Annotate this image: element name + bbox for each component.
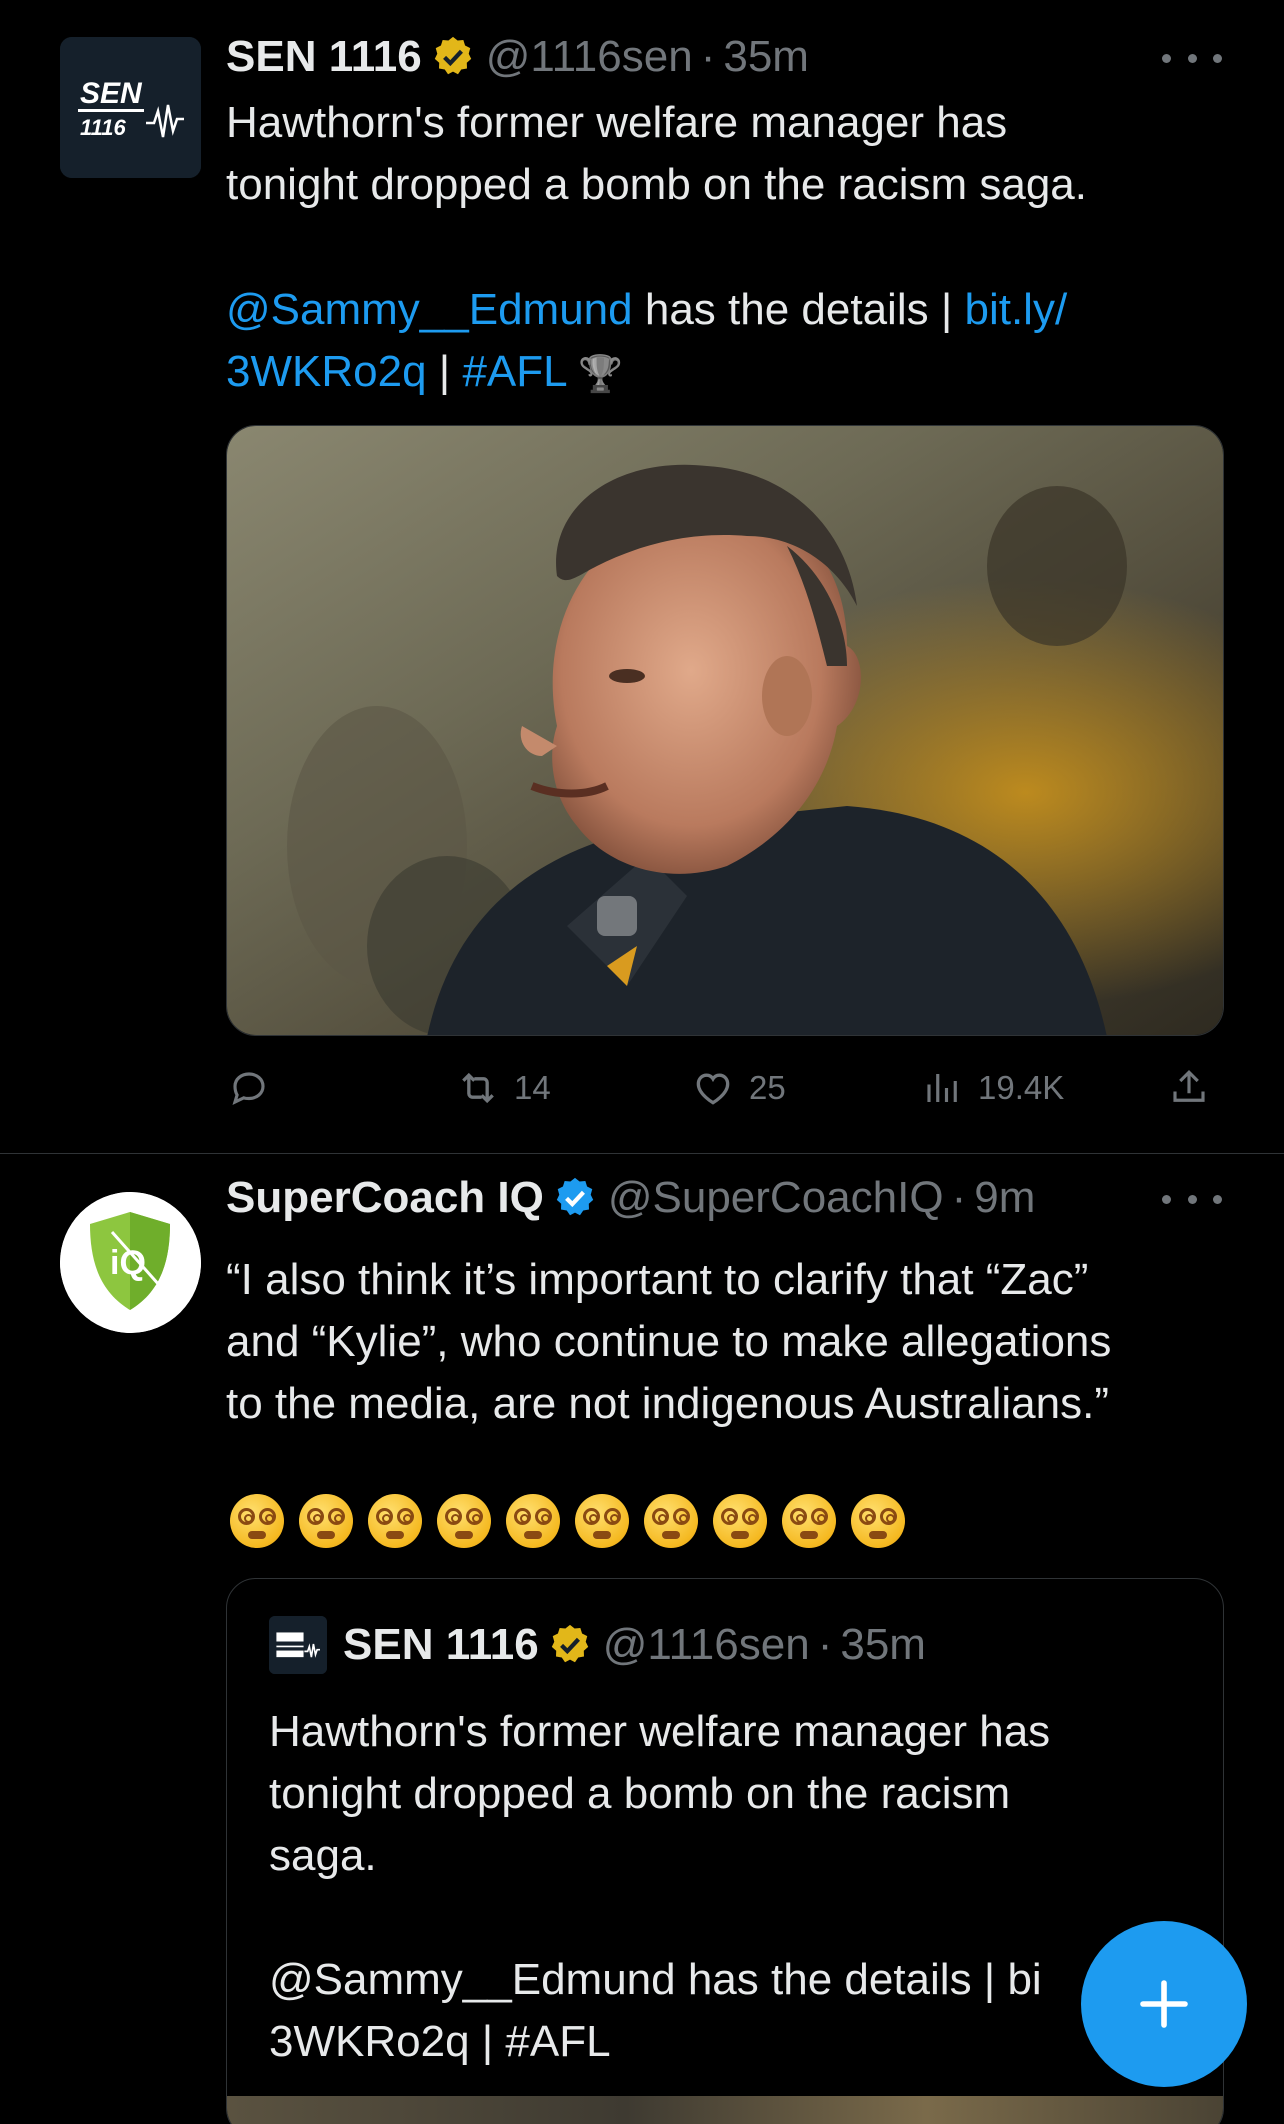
- quoted-display-name: SEN 1116: [343, 1620, 539, 1669]
- dizzy-face-emoji: [437, 1494, 491, 1548]
- verified-blue-icon[interactable]: [552, 1175, 598, 1221]
- reply-icon: [232, 1072, 265, 1105]
- separator-dot: ·: [951, 1173, 967, 1222]
- url-link-part1[interactable]: bit.ly/: [964, 285, 1067, 334]
- dizzy-face-emoji: [644, 1494, 698, 1548]
- like-count: 25: [749, 1069, 786, 1106]
- text-mid: has the details |: [632, 285, 965, 334]
- more-icon[interactable]: [1162, 1187, 1222, 1211]
- tweet-header: SuperCoach IQ @SuperCoachIQ · 9m: [226, 1170, 1035, 1226]
- dizzy-face-emoji: [713, 1494, 767, 1548]
- quoted-tweet[interactable]: SEN 1116 @1116sen · 35m Hawthorn's forme…: [226, 1578, 1224, 2124]
- text-line-1: Hawthorn's former welfare manager has: [226, 98, 1008, 147]
- share-button[interactable]: [1168, 1058, 1224, 1118]
- display-name[interactable]: SuperCoach IQ: [226, 1173, 544, 1223]
- dizzy-face-emoji: [782, 1494, 836, 1548]
- verified-gold-icon[interactable]: [430, 34, 476, 80]
- supercoach-iq-logo-icon: iQ: [60, 1192, 201, 1333]
- views-count: 19.4K: [978, 1069, 1065, 1106]
- avatar-text: iQ: [110, 1244, 146, 1282]
- share-icon: [1173, 1070, 1205, 1102]
- dizzy-face-emoji: [506, 1494, 560, 1548]
- compose-plus-icon: [1140, 1980, 1188, 2028]
- tweet-image[interactable]: [226, 425, 1224, 1036]
- trophy-emoji: 🏆: [578, 353, 624, 394]
- text-pipe: |: [426, 347, 463, 396]
- verified-gold-icon: [551, 1624, 588, 1663]
- mention-link[interactable]: @Sammy__Edmund: [226, 285, 633, 334]
- text-line-2: tonight dropped a bomb on the racism sag…: [226, 160, 1087, 209]
- retweet-count: 14: [514, 1069, 551, 1106]
- dizzy-face-emoji: [368, 1494, 422, 1548]
- tweet-actions: 14 25 19.4K: [226, 1058, 1226, 1118]
- retweet-icon: [462, 1072, 494, 1104]
- dizzy-face-emoji: [230, 1494, 284, 1548]
- retweet-button[interactable]: 14: [456, 1058, 551, 1118]
- views-button[interactable]: 19.4K: [922, 1058, 1064, 1118]
- quoted-tweet-image: [227, 2096, 1223, 2124]
- tweet-header: SEN 1116 @1116sen · 35m: [226, 29, 809, 85]
- handle[interactable]: @SuperCoachIQ: [608, 1173, 944, 1223]
- like-button[interactable]: 25: [691, 1058, 786, 1118]
- separator-dot: ·: [817, 1620, 833, 1669]
- quoted-tweet-text: Hawthorn's former welfare manager has to…: [269, 1707, 1051, 2066]
- tweet-sen1116[interactable]: SEN 1116 SEN 1116 @1116sen · 35m Hawthor…: [0, 0, 1284, 1154]
- separator-dot: ·: [700, 32, 716, 81]
- coach-photo: [227, 426, 1223, 1035]
- quoted-tweet-header: SEN 1116 @1116sen · 35m: [269, 1615, 926, 1675]
- avatar[interactable]: iQ: [60, 1192, 201, 1333]
- avatar-text-top: SEN: [80, 77, 143, 110]
- dizzy-face-emoji: [575, 1494, 629, 1548]
- avatar[interactable]: SEN 1116: [60, 37, 201, 178]
- reply-button[interactable]: [228, 1058, 284, 1118]
- dizzy-face-emoji: [851, 1494, 905, 1548]
- like-icon: [696, 1073, 730, 1105]
- more-icon[interactable]: [1162, 46, 1222, 70]
- tweet-text: Hawthorn's former welfare manager has to…: [226, 92, 1226, 216]
- sen-logo-icon: [269, 1616, 327, 1674]
- quoted-timestamp: 35m: [840, 1620, 926, 1669]
- tweet-text-links: @Sammy__Edmund has the details | bit.ly/…: [226, 279, 1226, 405]
- hashtag-link[interactable]: #AFL: [462, 347, 566, 396]
- emoji-row: [230, 1494, 905, 1548]
- handle[interactable]: @1116sen: [486, 32, 693, 82]
- url-link-part2[interactable]: 3WKRo2q: [226, 347, 427, 396]
- quoted-avatar: [269, 1616, 327, 1674]
- timestamp[interactable]: 35m: [723, 32, 809, 82]
- tweet-text: “I also think it’s important to clarify …: [226, 1255, 1112, 1428]
- timestamp[interactable]: 9m: [974, 1173, 1035, 1223]
- quoted-handle: @1116sen: [602, 1620, 810, 1669]
- views-icon: [927, 1074, 957, 1102]
- display-name[interactable]: SEN 1116: [226, 32, 422, 82]
- dizzy-face-emoji: [299, 1494, 353, 1548]
- avatar-text-bottom: 1116: [80, 115, 126, 140]
- compose-button[interactable]: [1081, 1921, 1247, 2087]
- sen-logo-icon: SEN 1116: [60, 37, 201, 178]
